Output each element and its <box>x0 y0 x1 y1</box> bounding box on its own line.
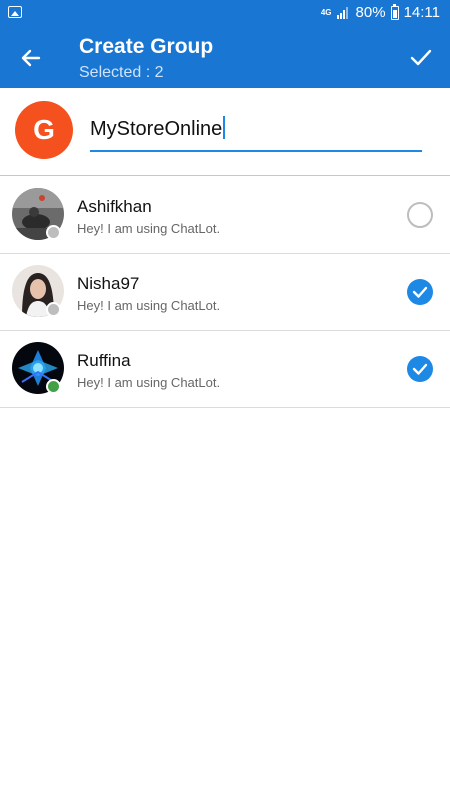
app-bar: Create Group Selected : 2 <box>0 27 450 88</box>
contact-name: Ruffina <box>77 351 131 370</box>
status-bar: 4G 80% 14:11 <box>0 0 450 27</box>
gallery-notification-icon <box>8 6 22 18</box>
contact-name: Nisha97 <box>77 274 140 293</box>
page-title: Create Group <box>79 35 214 58</box>
select-checkbox[interactable] <box>407 356 433 382</box>
presence-dot <box>46 302 61 317</box>
presence-dot <box>46 379 61 394</box>
selected-count: Selected : 2 <box>79 64 164 81</box>
contact-row[interactable]: Ashifkhan Hey! I am using ChatLot. <box>0 177 450 254</box>
contact-status: Hey! I am using ChatLot. <box>77 221 221 236</box>
contact-row[interactable]: Nisha97 Hey! I am using ChatLot. <box>0 254 450 331</box>
battery-percentage: 80% <box>355 4 386 21</box>
group-avatar-letter: G <box>33 114 55 145</box>
contact-status: Hey! I am using ChatLot. <box>77 375 221 390</box>
battery-icon <box>390 3 399 20</box>
select-checkbox[interactable] <box>407 202 433 228</box>
contact-name: Ashifkhan <box>77 197 152 216</box>
check-circle-icon <box>412 363 428 375</box>
back-button[interactable] <box>14 41 48 75</box>
arrow-left-icon <box>21 49 41 67</box>
contact-status: Hey! I am using ChatLot. <box>77 298 221 313</box>
group-name-value: MyStoreOnline <box>90 118 223 140</box>
network-type-label: 4G <box>320 7 332 17</box>
contact-row[interactable]: Ruffina Hey! I am using ChatLot. <box>0 331 450 408</box>
done-button[interactable] <box>404 41 438 75</box>
clock: 14:11 <box>403 4 440 21</box>
signal-icon <box>336 6 351 19</box>
group-avatar[interactable]: G <box>15 101 73 159</box>
select-checkbox[interactable] <box>407 279 433 305</box>
check-circle-icon <box>412 286 428 298</box>
presence-dot <box>46 225 61 240</box>
group-info-section: G MyStoreOnline <box>0 88 450 176</box>
contact-list: Ashifkhan Hey! I am using ChatLot. Nisha… <box>0 177 450 408</box>
check-icon <box>410 49 432 66</box>
text-cursor <box>223 116 226 139</box>
group-name-input[interactable]: MyStoreOnline <box>90 112 422 152</box>
